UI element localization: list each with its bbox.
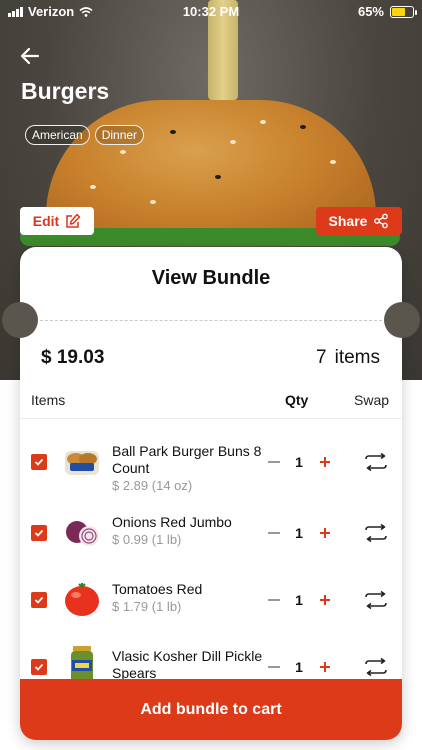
onion-icon [66, 521, 99, 546]
bundle-item-count: 7 items [316, 347, 380, 369]
checkmark-icon [34, 458, 44, 466]
ticket-notch-left [2, 302, 38, 338]
hero-seed [170, 130, 176, 134]
qty-decrement-button[interactable] [268, 666, 280, 668]
list-item: Tomatoes Red $ 1.79 (1 lb) 1 [20, 581, 402, 647]
hero-seed [150, 200, 156, 204]
recipe-title: Burgers [21, 78, 110, 104]
checkmark-icon [34, 663, 44, 671]
ticket-notch-right [384, 302, 420, 338]
swap-icon[interactable] [364, 591, 388, 609]
qty-decrement-button[interactable] [268, 599, 280, 601]
battery-icon [390, 5, 417, 18]
bundle-total: $ 19.03 [41, 347, 105, 368]
qty-increment-button[interactable] [320, 595, 330, 605]
tag-american[interactable]: American [25, 125, 90, 145]
share-label: Share [328, 213, 368, 229]
item-checkbox[interactable] [31, 592, 47, 608]
share-icon [374, 213, 389, 229]
hero-seed [90, 185, 96, 189]
status-bar: Verizon 10:32 PM 65% [0, 0, 422, 22]
item-checkbox[interactable] [31, 525, 47, 541]
list-item: Onions Red Jumbo $ 0.99 (1 lb) 1 [20, 514, 402, 580]
qty-decrement-button[interactable] [268, 461, 280, 463]
header-items: Items [31, 392, 66, 408]
hero-seed [300, 125, 306, 129]
bundle-card: View Bundle $ 19.03 7 items Items Qty Swa… [20, 247, 402, 740]
swap-icon[interactable] [364, 524, 388, 542]
qty-increment-button[interactable] [320, 528, 330, 538]
tag-dinner[interactable]: Dinner [94, 125, 145, 145]
item-price: $ 1.79 (1 lb) [112, 599, 182, 614]
qty-value: 1 [295, 454, 303, 470]
pickle-jar-icon [71, 646, 93, 679]
item-count-number: 7 [316, 347, 327, 368]
bundle-title: View Bundle [151, 267, 271, 289]
swap-icon[interactable] [364, 453, 388, 471]
qty-increment-button[interactable] [320, 662, 330, 672]
checkmark-icon [34, 529, 44, 537]
hero-seed [230, 140, 236, 144]
battery-percent: 65% [357, 4, 384, 19]
header-swap: Swap [354, 392, 390, 408]
item-checkbox[interactable] [31, 454, 47, 470]
checkmark-icon [34, 596, 44, 604]
back-arrow-icon[interactable] [18, 44, 42, 68]
item-count-label: items [334, 347, 380, 368]
item-price: $ 0.99 (1 lb) [112, 532, 182, 547]
list-item: Vlasic Kosher Dill Pickle Spears 1 [20, 646, 402, 679]
edit-button[interactable]: Edit [20, 207, 94, 235]
item-price: $ 2.89 (14 oz) [112, 478, 193, 493]
add-bundle-to-cart-button[interactable]: Add bundle to cart [20, 679, 402, 740]
qty-value: 1 [295, 525, 303, 541]
item-name: Vlasic Kosher Dill Pickle Spears [112, 648, 263, 679]
item-checkbox[interactable] [31, 659, 47, 675]
swap-icon[interactable] [364, 658, 388, 676]
bundle-item-list[interactable]: Ball Park Burger Buns 8 Count $ 2.89 (14… [20, 419, 402, 679]
tomato-icon [65, 583, 99, 616]
hero-seed [260, 120, 266, 124]
item-name: Ball Park Burger Buns 8 Count [112, 443, 262, 476]
list-item: Ball Park Burger Buns 8 Count $ 2.89 (14… [20, 443, 402, 509]
qty-value: 1 [295, 592, 303, 608]
edit-pencil-icon [66, 213, 81, 228]
hero-seed [330, 160, 336, 164]
hero-seed [120, 150, 126, 154]
item-name: Onions Red Jumbo [112, 514, 232, 530]
qty-increment-button[interactable] [320, 457, 330, 467]
qty-decrement-button[interactable] [268, 532, 280, 534]
ticket-divider [40, 320, 382, 321]
recipe-tags: American Dinner [25, 125, 145, 145]
hero-seed [215, 175, 221, 179]
share-button[interactable]: Share [316, 207, 402, 235]
buns-icon [65, 451, 99, 475]
qty-value: 1 [295, 659, 303, 675]
header-qty: Qty [285, 392, 309, 408]
item-name: Tomatoes Red [112, 581, 203, 597]
edit-label: Edit [32, 213, 60, 229]
